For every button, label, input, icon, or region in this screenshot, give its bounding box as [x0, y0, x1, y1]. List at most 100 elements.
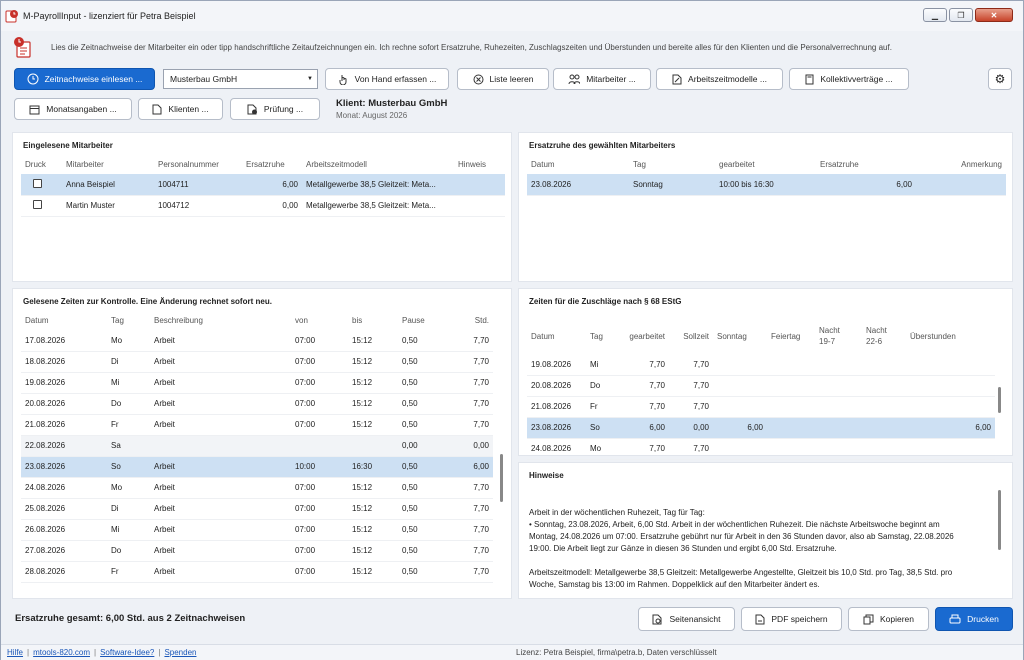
time-row[interactable]: 21.08.2026 Fr Arbeit 07:00 15:12 0,50 7,70	[21, 414, 493, 436]
cell-std[interactable]: 7,70	[451, 330, 493, 352]
cell-std[interactable]: 7,70	[451, 519, 493, 541]
cell-datum[interactable]: 24.08.2026	[21, 477, 107, 499]
col-feiertag[interactable]: Feiertag	[767, 318, 815, 354]
cell-std[interactable]: 7,70	[451, 498, 493, 520]
cell-bis[interactable]: 16:30	[348, 456, 398, 478]
cell-datum[interactable]: 25.08.2026	[21, 498, 107, 520]
time-row[interactable]: 19.08.2026 Mi Arbeit 07:00 15:12 0,50 7,70	[21, 372, 493, 394]
cell-beschreibung[interactable]: Arbeit	[150, 393, 291, 415]
cell-pause[interactable]: 0,50	[398, 477, 451, 499]
col-nacht-22-6[interactable]: Nacht 22-6	[862, 318, 906, 354]
cell-std[interactable]: 7,70	[451, 393, 493, 415]
col-tag[interactable]: Tag	[629, 154, 715, 174]
col-gearbeitet[interactable]: gearbeitet	[619, 318, 669, 354]
cell-tag[interactable]: Fr	[107, 561, 150, 583]
time-row[interactable]: 17.08.2026 Mo Arbeit 07:00 15:12 0,50 7,70	[21, 330, 493, 352]
cell-datum[interactable]: 27.08.2026	[21, 540, 107, 562]
cell-tag[interactable]: Mo	[107, 477, 150, 499]
save-pdf-button[interactable]: PDF speichern	[741, 607, 842, 631]
time-row[interactable]: 23.08.2026 So Arbeit 10:00 16:30 0,50 6,00	[21, 456, 493, 478]
cell-tag[interactable]: Do	[107, 540, 150, 562]
cell-beschreibung[interactable]: Arbeit	[150, 561, 291, 583]
col-ueberstunden[interactable]: Überstunden	[906, 318, 995, 354]
hints-scrollbar[interactable]	[998, 490, 1001, 550]
cell-von[interactable]	[291, 435, 348, 457]
time-row[interactable]: 25.08.2026 Di Arbeit 07:00 15:12 0,50 7,70	[21, 498, 493, 520]
cell-tag[interactable]: Sa	[107, 435, 150, 457]
website-link[interactable]: mtools-820.com	[33, 648, 90, 657]
cell-tag[interactable]: Mi	[107, 372, 150, 394]
monthly-data-button[interactable]: Monatsangaben ...	[14, 98, 132, 120]
col-datum[interactable]: Datum	[527, 318, 586, 354]
donate-link[interactable]: Spenden	[164, 648, 196, 657]
cell-datum[interactable]: 26.08.2026	[21, 519, 107, 541]
maximize-button[interactable]: ❐	[949, 8, 973, 22]
col-nacht-19-7[interactable]: Nacht 19-7	[815, 318, 862, 354]
surcharge-scrollbar[interactable]	[998, 387, 1001, 413]
cell-pause[interactable]: 0,50	[398, 372, 451, 394]
col-von[interactable]: von	[291, 310, 348, 330]
cell-von[interactable]: 07:00	[291, 414, 348, 436]
work-models-button[interactable]: Arbeitszeitmodelle ...	[656, 68, 783, 90]
cell-std[interactable]: 7,70	[451, 540, 493, 562]
manual-entry-button[interactable]: Von Hand erfassen ...	[325, 68, 449, 90]
collective-agreements-button[interactable]: Kollektivverträge ...	[789, 68, 909, 90]
cell-von[interactable]: 07:00	[291, 561, 348, 583]
cell-tag[interactable]: Mi	[107, 519, 150, 541]
employees-button[interactable]: Mitarbeiter ...	[553, 68, 651, 90]
cell-von[interactable]: 07:00	[291, 477, 348, 499]
time-row[interactable]: 22.08.2026 Sa 0,00 0,00	[21, 435, 493, 457]
col-tag[interactable]: Tag	[107, 310, 150, 330]
cell-bis[interactable]: 15:12	[348, 414, 398, 436]
cell-std[interactable]: 7,70	[451, 351, 493, 373]
cell-bis[interactable]: 15:12	[348, 372, 398, 394]
cell-tag[interactable]: Mo	[107, 330, 150, 352]
cell-beschreibung[interactable]: Arbeit	[150, 372, 291, 394]
time-row[interactable]: 24.08.2026 Mo Arbeit 07:00 15:12 0,50 7,70	[21, 477, 493, 499]
cell-tag[interactable]: Do	[107, 393, 150, 415]
cell-beschreibung[interactable]: Arbeit	[150, 519, 291, 541]
cell-beschreibung[interactable]: Arbeit	[150, 477, 291, 499]
col-anmerkung[interactable]: Anmerkung	[916, 154, 1006, 174]
cell-datum[interactable]: 22.08.2026	[21, 435, 107, 457]
cell-bis[interactable]: 15:12	[348, 519, 398, 541]
cell-von[interactable]: 07:00	[291, 498, 348, 520]
cell-bis[interactable]: 15:12	[348, 351, 398, 373]
settings-button[interactable]: ⚙	[988, 68, 1012, 90]
time-row[interactable]: 20.08.2026 Do Arbeit 07:00 15:12 0,50 7,70	[21, 393, 493, 415]
page-view-button[interactable]: Seitenansicht	[638, 607, 735, 631]
time-row[interactable]: 27.08.2026 Do Arbeit 07:00 15:12 0,50 7,70	[21, 540, 493, 562]
cell-std[interactable]: 7,70	[451, 477, 493, 499]
time-row[interactable]: 26.08.2026 Mi Arbeit 07:00 15:12 0,50 7,70	[21, 519, 493, 541]
surcharge-row[interactable]: 21.08.2026 Fr 7,70 7,70	[527, 396, 995, 418]
cell-von[interactable]: 07:00	[291, 351, 348, 373]
cell-bis[interactable]: 15:12	[348, 561, 398, 583]
surcharge-row[interactable]: 19.08.2026 Mi 7,70 7,70	[527, 354, 995, 376]
cell-beschreibung[interactable]	[150, 435, 291, 457]
client-select[interactable]: Musterbau GmbH ▼	[163, 69, 318, 89]
cell-beschreibung[interactable]: Arbeit	[150, 351, 291, 373]
cell-datum[interactable]: 23.08.2026	[21, 456, 107, 478]
cell-bis[interactable]: 15:12	[348, 498, 398, 520]
read-timesheets-button[interactable]: Zeitnachweise einlesen ...	[14, 68, 155, 90]
print-checkbox[interactable]	[33, 200, 42, 209]
col-gearbeitet[interactable]: gearbeitet	[715, 154, 816, 174]
minimize-button[interactable]: ▁	[923, 8, 947, 22]
cell-std[interactable]: 7,70	[451, 561, 493, 583]
col-datum[interactable]: Datum	[21, 310, 107, 330]
clients-button[interactable]: Klienten ...	[138, 98, 223, 120]
cell-datum[interactable]: 21.08.2026	[21, 414, 107, 436]
cell-bis[interactable]: 15:12	[348, 393, 398, 415]
cell-tag[interactable]: So	[107, 456, 150, 478]
col-std[interactable]: Std.	[451, 310, 493, 330]
cell-bis[interactable]	[348, 435, 398, 457]
cell-pause[interactable]: 0,50	[398, 561, 451, 583]
help-link[interactable]: Hilfe	[7, 648, 23, 657]
ersatzruhe-row[interactable]: 23.08.2026 Sonntag 10:00 bis 16:30 6,00	[527, 174, 1006, 196]
times-scrollbar[interactable]	[500, 454, 503, 502]
employee-row[interactable]: Martin Muster 1004712 0,00 Metallgewerbe…	[21, 195, 505, 217]
software-idea-link[interactable]: Software-Idee?	[100, 648, 154, 657]
col-mitarbeiter[interactable]: Mitarbeiter	[62, 154, 154, 174]
cell-von[interactable]: 07:00	[291, 330, 348, 352]
clear-list-button[interactable]: Liste leeren	[457, 68, 549, 90]
